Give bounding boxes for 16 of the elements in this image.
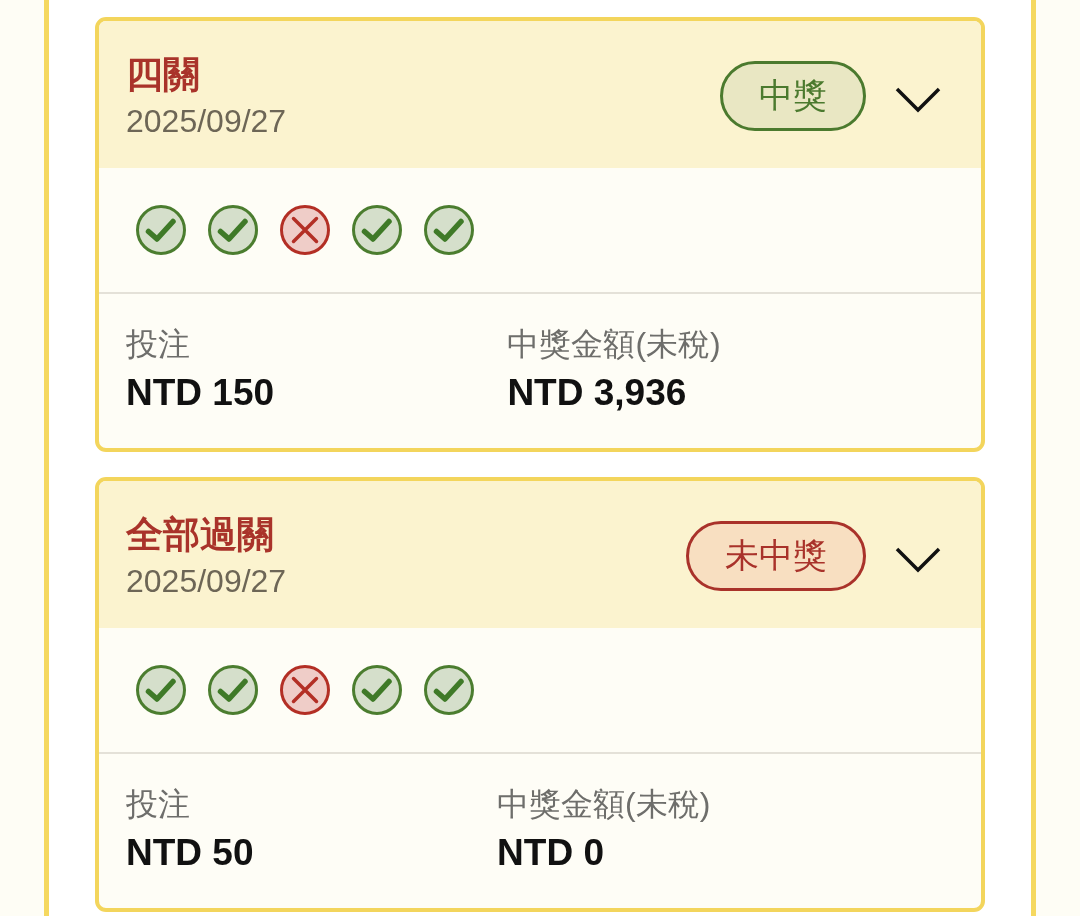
- status-badge: 中獎: [720, 60, 866, 131]
- stat-label: 投注: [126, 785, 190, 824]
- bet-title: 四關: [126, 53, 201, 97]
- stat-value: NTD 50: [126, 831, 254, 875]
- stat-label: 投注: [126, 325, 190, 364]
- stat-value: NTD 3,936: [507, 371, 687, 415]
- bet-title: 全部過關: [126, 513, 275, 557]
- stat-value: NTD 150: [126, 371, 275, 415]
- stat-label: 中獎金額(未稅): [497, 785, 711, 824]
- status-badge: 未中獎: [686, 520, 866, 591]
- chevron-down-icon[interactable]: [895, 546, 941, 573]
- stat-value: NTD 0: [497, 831, 604, 875]
- bet-date: 2025/09/27: [126, 562, 287, 601]
- stat-label: 中獎金額(未稅): [507, 325, 721, 364]
- bet-date: 2025/09/27: [126, 102, 287, 141]
- chevron-down-icon[interactable]: [895, 86, 941, 113]
